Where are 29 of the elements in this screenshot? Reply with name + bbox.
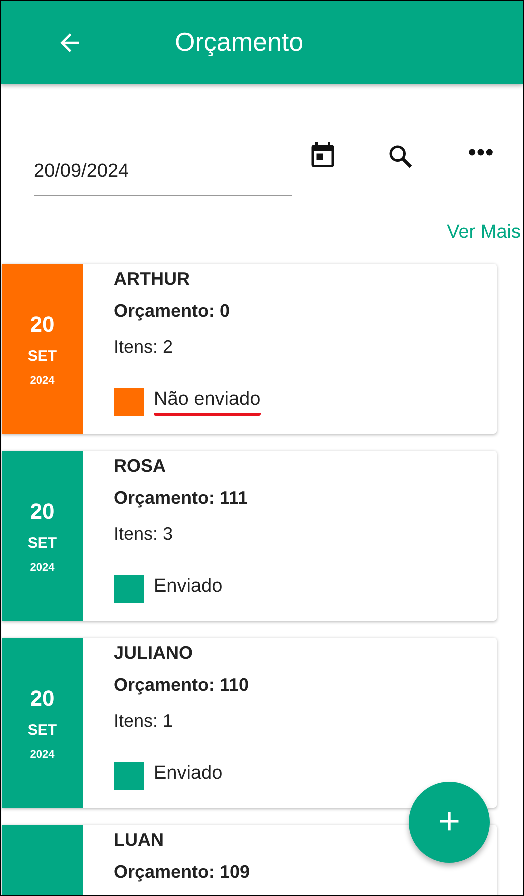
more-icon[interactable] [468, 148, 494, 156]
status-label: Enviado [154, 762, 223, 786]
client-name: ROSA [114, 456, 166, 477]
budget-number: Orçamento: 0 [114, 301, 230, 322]
screen-title: Orçamento [175, 27, 304, 58]
client-name: LUAN [114, 830, 164, 851]
month-text: SET [28, 722, 58, 738]
budget-card[interactable]: 20 SET 2024 JULIANO Orçamento: 110 Itens: 1 Enviado [2, 638, 497, 808]
items-count: Itens: 3 [114, 524, 174, 545]
budget-number: Orçamento: 111 [114, 488, 248, 509]
status-label: Enviado [154, 576, 223, 598]
items-count: Itens: 2 [114, 337, 174, 358]
budget-number: Orçamento: 109 [114, 862, 250, 883]
year-text: 2024 [30, 374, 55, 386]
month-text: SET [28, 348, 58, 364]
items-count: Itens: 1 [114, 711, 174, 732]
date-field[interactable]: 20/09/2024 [34, 152, 292, 196]
day-text: 20 [30, 686, 55, 712]
status-label: Não enviado [154, 388, 261, 416]
year-text: 2024 [30, 562, 55, 574]
client-name: ARTHUR [114, 269, 190, 290]
budget-card[interactable]: 20 SET 2024 ARTHUR Orçamento: 0 Itens: 2 Não enviado [2, 264, 497, 434]
client-name: JULIANO [114, 643, 194, 664]
budget-number: Orçamento: 110 [114, 675, 250, 696]
day-text: 20 [30, 498, 55, 524]
month-text: SET [28, 534, 58, 552]
year-text: 2024 [30, 748, 55, 760]
day-text: 20 [30, 312, 55, 338]
budget-card[interactable]: 20 SET 2024 ROSA Orçamento: 111 Itens: 3 Enviado [2, 451, 497, 621]
